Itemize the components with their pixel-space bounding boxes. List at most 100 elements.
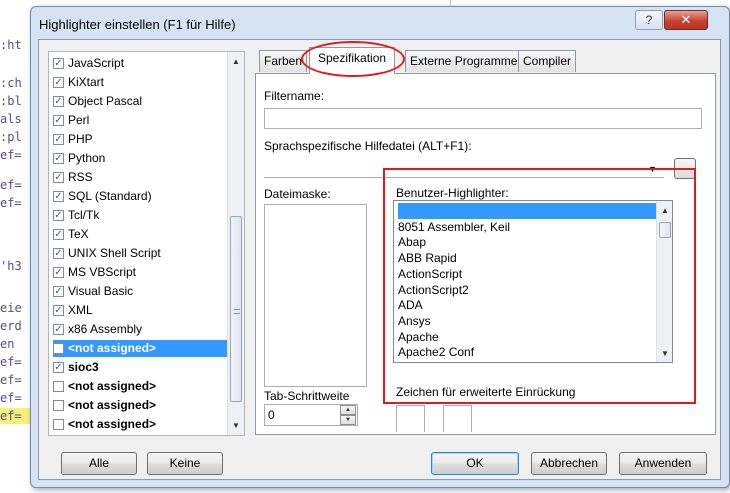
list-item-label: MS VBScript [68, 265, 137, 279]
checkbox-checked-icon[interactable]: ✓ [53, 267, 64, 278]
list-item[interactable]: ✓ XML [53, 302, 228, 319]
scroll-thumb[interactable] [659, 222, 671, 238]
checkbox-unchecked-icon[interactable] [53, 381, 64, 392]
close-button[interactable]: ✕ [664, 10, 708, 30]
scroll-thumb[interactable] [230, 216, 242, 402]
alle-button[interactable]: Alle [61, 452, 137, 475]
help-icon: ? [645, 13, 653, 27]
checkbox-checked-icon[interactable]: ✓ [53, 134, 64, 145]
scroll-up-icon[interactable]: ▲ [657, 203, 672, 219]
list-item-label: KiXtart [68, 75, 105, 89]
checkbox-checked-icon[interactable]: ✓ [53, 362, 64, 373]
tab-compiler[interactable]: Compiler [518, 50, 577, 72]
user-highlighter-listbox[interactable]: 8051 Assembler, Keil Abap ABB Rapid ActionS… [393, 200, 673, 363]
checkbox-checked-icon[interactable]: ✓ [53, 191, 64, 202]
indent-char-input-2[interactable] [443, 405, 472, 432]
list-item[interactable]: Ansys [398, 313, 657, 329]
list-item[interactable]: ✓ KiXtart [53, 74, 228, 91]
list-item[interactable]: ✓ UNIX Shell Script [53, 245, 228, 262]
list-item[interactable]: ✓ sioc3 [53, 359, 228, 376]
list-item-label: Visual Basic [68, 284, 134, 298]
filtername-label: Filtername: [264, 89, 325, 103]
checkbox-checked-icon[interactable]: ✓ [53, 286, 64, 297]
spezifikation-panel: Filtername: Sprachspezifische Hilfedatei… [255, 73, 716, 435]
list-item[interactable]: <not assigned> [53, 378, 228, 395]
list-item[interactable]: ✓ JavaScript [53, 55, 228, 72]
checkbox-unchecked-icon[interactable] [53, 343, 64, 354]
list-item[interactable]: ✓ x86 Assembly [53, 321, 228, 338]
list-item[interactable]: ✓ PHP [53, 131, 228, 148]
highlighter-dialog: Highlighter einstellen (F1 für Hilfe) ? … [30, 6, 730, 488]
tab-width-label: Tab-Schrittweite [264, 389, 350, 403]
list-item[interactable]: ABB Rapid [398, 250, 657, 266]
list-item[interactable]: <not assigned> [53, 397, 228, 414]
checkbox-checked-icon[interactable]: ✓ [53, 229, 64, 240]
checkbox-checked-icon[interactable]: ✓ [53, 96, 64, 107]
highlighter-list[interactable]: ✓ JavaScript ✓ KiXtart ✓ Object Pascal ✓ Perl ✓ P… [48, 51, 245, 436]
checkbox-checked-icon[interactable]: ✓ [53, 172, 64, 183]
extended-indent-label: Zeichen für erweiterte Einrückung [396, 385, 576, 399]
checkbox-checked-icon[interactable]: ✓ [53, 115, 64, 126]
spin-down-icon[interactable]: ▼ [340, 415, 356, 425]
scroll-down-icon[interactable]: ▼ [657, 346, 672, 362]
dialog-client-area: ✓ JavaScript ✓ KiXtart ✓ Object Pascal ✓ Perl ✓ P… [38, 39, 721, 480]
list-item[interactable]: ✓ MS VBScript [53, 264, 228, 281]
highlighter-list-scrollbar[interactable]: ▲ ▼ [227, 52, 244, 435]
help-button[interactable]: ? [635, 10, 663, 30]
list-item[interactable]: ✓ Tcl/Tk [53, 207, 228, 224]
tab-spezifikation[interactable]: Spezifikation [309, 47, 396, 74]
anwenden-button[interactable]: Anwenden [619, 452, 707, 475]
checkbox-checked-icon[interactable]: ✓ [53, 210, 64, 221]
list-item-label: <not assigned> [68, 379, 157, 393]
list-item[interactable]: ✓ SQL (Standard) [53, 188, 228, 205]
list-item[interactable]: ✓ Perl [53, 112, 228, 129]
list-item-label: SQL (Standard) [68, 189, 152, 203]
list-item[interactable]: ✓ RSS [53, 169, 228, 186]
list-item[interactable]: Apache [398, 329, 657, 345]
scroll-up-icon[interactable]: ▲ [228, 54, 244, 70]
list-item[interactable] [398, 203, 657, 219]
list-item-label: <not assigned> [68, 398, 157, 412]
keine-button[interactable]: Keine [147, 452, 223, 475]
checkbox-checked-icon[interactable]: ✓ [53, 153, 64, 164]
user-highlighter-scrollbar[interactable]: ▲ ▼ [656, 201, 672, 362]
abbrechen-button[interactable]: Abbrechen [531, 452, 607, 475]
list-item[interactable]: <not assigned> [53, 416, 228, 433]
ok-button[interactable]: OK [431, 452, 519, 475]
dialog-titlebar[interactable]: Highlighter einstellen (F1 für Hilfe) ? … [31, 7, 729, 37]
list-item[interactable]: ActionScript2 [398, 282, 657, 298]
checkbox-checked-icon[interactable]: ✓ [53, 248, 64, 259]
scroll-down-icon[interactable]: ▼ [228, 418, 244, 434]
helpfile-label: Sprachspezifische Hilfedatei (ALT+F1): [264, 139, 472, 153]
tab-farben[interactable]: Farben [259, 50, 308, 72]
helpfile-combobox[interactable]: ▼ [264, 158, 664, 178]
checkbox-checked-icon[interactable]: ✓ [53, 58, 64, 69]
checkbox-checked-icon[interactable]: ✓ [53, 305, 64, 316]
list-item[interactable]: Archicad_GDL [398, 360, 657, 362]
list-item[interactable]: ADA [398, 297, 657, 313]
list-item[interactable]: 8051 Assembler, Keil [398, 219, 657, 235]
dialog-title: Highlighter einstellen (F1 für Hilfe) [39, 17, 236, 32]
tab-externe-programme[interactable]: Externe Programme [405, 50, 523, 72]
spin-up-icon[interactable]: ▲ [340, 405, 356, 415]
dateimaske-textarea[interactable] [264, 204, 367, 387]
indent-char-input-1[interactable] [396, 405, 425, 432]
list-item[interactable]: ActionScript [398, 266, 657, 282]
close-icon: ✕ [680, 12, 692, 27]
list-item[interactable]: Apache2 Conf [398, 344, 657, 360]
list-item[interactable]: <not assigned> [53, 340, 228, 357]
list-item[interactable]: Abap [398, 234, 657, 250]
list-item[interactable]: ✓ TeX [53, 226, 228, 243]
list-item-label: <not assigned> [68, 417, 157, 431]
list-item-label: PHP [68, 132, 93, 146]
checkbox-checked-icon[interactable]: ✓ [53, 324, 64, 335]
checkbox-unchecked-icon[interactable] [53, 400, 64, 411]
helpfile-browse-button[interactable] [674, 158, 696, 179]
list-item[interactable]: ✓ Object Pascal [53, 93, 228, 110]
list-item[interactable]: ✓ Python [53, 150, 228, 167]
list-item[interactable]: ✓ Visual Basic [53, 283, 228, 300]
checkbox-checked-icon[interactable]: ✓ [53, 77, 64, 88]
filtername-input[interactable] [264, 108, 702, 129]
checkbox-unchecked-icon[interactable] [53, 419, 64, 430]
dropdown-arrow-icon[interactable]: ▼ [648, 164, 657, 174]
